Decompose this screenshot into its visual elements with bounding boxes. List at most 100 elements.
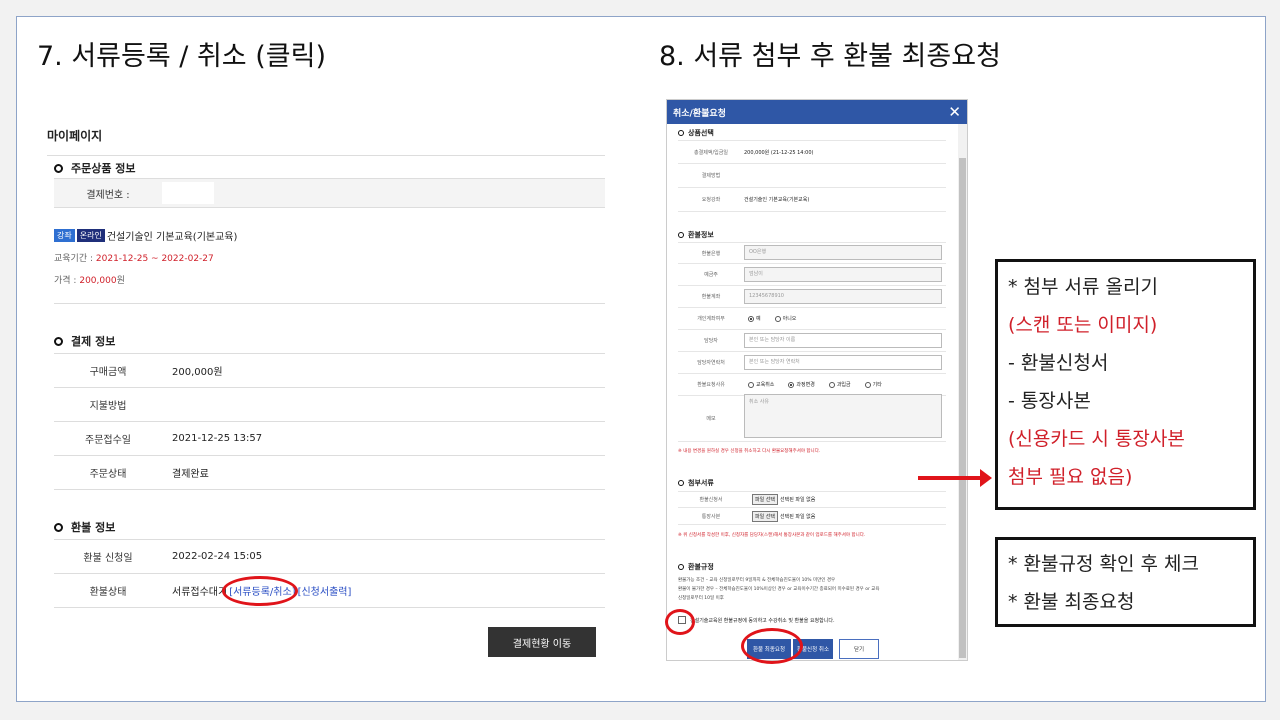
product-row: 요청강좌 건설기술인 기본교육(기본교육) bbox=[678, 188, 946, 212]
payment-section-title: 결제 정보 bbox=[71, 335, 116, 348]
refund-section-title: 환불 정보 bbox=[71, 521, 116, 534]
period-label: 교육기간 : bbox=[54, 254, 94, 264]
price-unit: 원 bbox=[116, 276, 125, 286]
online-tag: 온라인 bbox=[76, 229, 105, 242]
order-section-title: 주문상품 정보 bbox=[71, 162, 136, 175]
reason-option-label: 과입금 bbox=[836, 382, 851, 388]
highlight-circle bbox=[222, 576, 298, 606]
red-arrow-icon bbox=[918, 469, 992, 487]
personal-yes-label: 예 bbox=[756, 316, 761, 322]
product-row-label: 결제방법 bbox=[701, 173, 721, 179]
product-row-label: 총결제액/입금일 bbox=[694, 149, 728, 156]
payment-row-value: 2021-12-25 13:57 bbox=[172, 433, 263, 444]
payment-status-button[interactable]: 결제현황 이동 bbox=[488, 627, 596, 657]
mypage-heading: 마이페이지 bbox=[47, 127, 605, 156]
refund-status-label: 환불상태 bbox=[89, 587, 127, 598]
account-input[interactable]: 12345678910 bbox=[744, 289, 942, 304]
radio-icon[interactable] bbox=[748, 381, 754, 388]
radio-icon[interactable] bbox=[774, 315, 781, 322]
reason-option[interactable]: 기타 bbox=[864, 381, 882, 388]
order-section-heading: 주문상품 정보 bbox=[47, 160, 136, 176]
manager-input[interactable]: 본인 또는 담당자 이름 bbox=[744, 333, 942, 348]
attach-row-label: 통장사본 bbox=[701, 513, 721, 520]
policy-section-title: 환불규정 bbox=[688, 563, 714, 571]
instruction-line: - 환불신청서 bbox=[1008, 352, 1109, 374]
personal-no-label: 아니오 bbox=[782, 316, 797, 322]
checkbox-highlight-circle bbox=[665, 609, 695, 635]
product-row: 결제방법 bbox=[678, 164, 946, 188]
payment-row-value: 200,000원 bbox=[172, 367, 223, 378]
policy-section-heading: 환불규정 bbox=[678, 562, 714, 572]
personal-no-option[interactable]: 아니오 bbox=[774, 315, 797, 322]
circle-bullet-icon bbox=[54, 163, 63, 173]
divider bbox=[54, 207, 605, 208]
payment-row-value: 결제완료 bbox=[172, 469, 209, 480]
payment-no-label: 결제번호 : bbox=[86, 189, 130, 201]
product-row-value: 건설기술인 기본교육(기본교육) bbox=[744, 197, 810, 203]
refund-status-row: 환불상태 서류접수대기 [서류등록/취소] [신청서출력] bbox=[54, 574, 605, 608]
left-step-title: 7. 서류등록 / 취소 (클릭) bbox=[37, 41, 326, 72]
modal-scrollbar[interactable] bbox=[958, 124, 967, 660]
course-name: 건설기술인 기본교육(기본교육) bbox=[106, 232, 238, 243]
payment-row: 주문상태 결제완료 bbox=[54, 456, 605, 490]
policy-line: 환불가능 조건 – 교육 신청일로부터 9일까지 & 전체학습진도율이 10% … bbox=[678, 578, 836, 583]
policy-line: 환불이 불가한 경우 – 전체학습진도율이 10%이상인 경우 or 교육이수기… bbox=[678, 587, 880, 592]
radio-icon[interactable] bbox=[828, 381, 835, 388]
circle-bullet-icon bbox=[54, 336, 63, 346]
personal-account-label: 개인계좌여부 bbox=[697, 316, 725, 322]
circle-bullet-icon bbox=[54, 522, 63, 532]
close-button[interactable]: 닫기 bbox=[839, 639, 879, 659]
divider bbox=[54, 303, 605, 304]
file-status: 선택된 파일 없음 bbox=[780, 497, 816, 503]
payment-no-row: 결제번호 : bbox=[54, 179, 605, 207]
manager-contact-label: 담당자연락처 bbox=[697, 360, 725, 366]
circle-bullet-icon bbox=[678, 232, 684, 238]
circle-bullet-icon bbox=[678, 480, 684, 486]
instruction-line: * 첨부 서류 올리기 bbox=[1008, 276, 1158, 298]
depositor-label: 예금주 bbox=[704, 272, 718, 278]
manager-label: 담당자 bbox=[704, 338, 718, 344]
payment-row-label: 주문접수일 bbox=[85, 435, 131, 446]
print-application-link[interactable]: [신청서출력] bbox=[298, 583, 352, 598]
change-notice: ※ 내용 변경을 원하실 경우 신청을 취소하고 다시 환불요청해주셔야 합니다… bbox=[678, 449, 821, 454]
period-line: 교육기간 : 2021-12-25 ~ 2022-02-27 bbox=[54, 251, 214, 264]
instruction-line: - 통장사본 bbox=[1008, 390, 1091, 412]
reason-option[interactable]: 과정변경 bbox=[788, 381, 815, 388]
refund-section-heading: 환불 정보 bbox=[47, 519, 115, 535]
product-row-value: 200,000원 (21-12-25 14:00) bbox=[744, 149, 814, 156]
personal-account-row: 개인계좌여부 예 아니오 bbox=[678, 308, 946, 330]
choose-file-button[interactable]: 파일 선택 bbox=[752, 494, 778, 505]
memo-label: 메모 bbox=[706, 416, 716, 422]
payment-row: 지불방법 bbox=[54, 388, 605, 422]
personal-yes-option[interactable]: 예 bbox=[748, 315, 761, 322]
depositor-input[interactable]: 엄남이 bbox=[744, 267, 942, 282]
payment-row: 구매금액 200,000원 bbox=[54, 354, 605, 388]
account-label: 환불계좌 bbox=[701, 294, 721, 300]
memo-textarea[interactable]: 취소 사유 bbox=[744, 394, 942, 438]
file-picker: 파일 선택 선택된 파일 없음 bbox=[752, 494, 815, 505]
radio-selected-icon[interactable] bbox=[748, 315, 754, 322]
instruction-line-red: (스캔 또는 이미지) bbox=[1008, 314, 1158, 336]
attach-row: 환불신청서 파일 선택 선택된 파일 없음 bbox=[678, 491, 946, 508]
circle-bullet-icon bbox=[678, 564, 684, 570]
right-step-title: 8. 서류 첨부 후 환불 최종요청 bbox=[659, 41, 1001, 72]
refund-date-value: 2022-02-24 15:05 bbox=[172, 551, 263, 562]
payment-row-label: 구매금액 bbox=[89, 367, 127, 378]
course-type-tag: 강좌 bbox=[54, 229, 75, 242]
refund-date-label: 환불 신청일 bbox=[83, 553, 133, 564]
attach-row: 통장사본 파일 선택 선택된 파일 없음 bbox=[678, 508, 946, 525]
choose-file-button[interactable]: 파일 선택 bbox=[752, 510, 778, 522]
attach-instruction-box: * 첨부 서류 올리기 (스캔 또는 이미지) - 환불신청서 - 통장사본 (… bbox=[995, 259, 1256, 510]
reason-option[interactable]: 과입금 bbox=[828, 381, 851, 388]
manager-contact-input[interactable]: 본인 또는 담당자 연락처 bbox=[744, 355, 942, 370]
scrollbar-thumb[interactable] bbox=[959, 158, 966, 658]
policy-line: 신청일로부터 10일 이후 bbox=[678, 596, 724, 601]
refund-bank-input[interactable]: OO은행 bbox=[744, 245, 942, 260]
close-icon[interactable]: ✕ bbox=[948, 103, 961, 121]
period-value: 2021-12-25 ~ 2022-02-27 bbox=[95, 254, 214, 264]
radio-icon[interactable] bbox=[864, 381, 871, 388]
reason-label: 환불요청사유 bbox=[697, 382, 725, 388]
policy-text: 환불가능 조건 – 교육 신청일로부터 9일까지 & 전체학습진도율이 10% … bbox=[678, 576, 880, 603]
radio-selected-icon[interactable] bbox=[788, 381, 795, 388]
reason-option[interactable]: 교육취소 bbox=[748, 381, 774, 388]
